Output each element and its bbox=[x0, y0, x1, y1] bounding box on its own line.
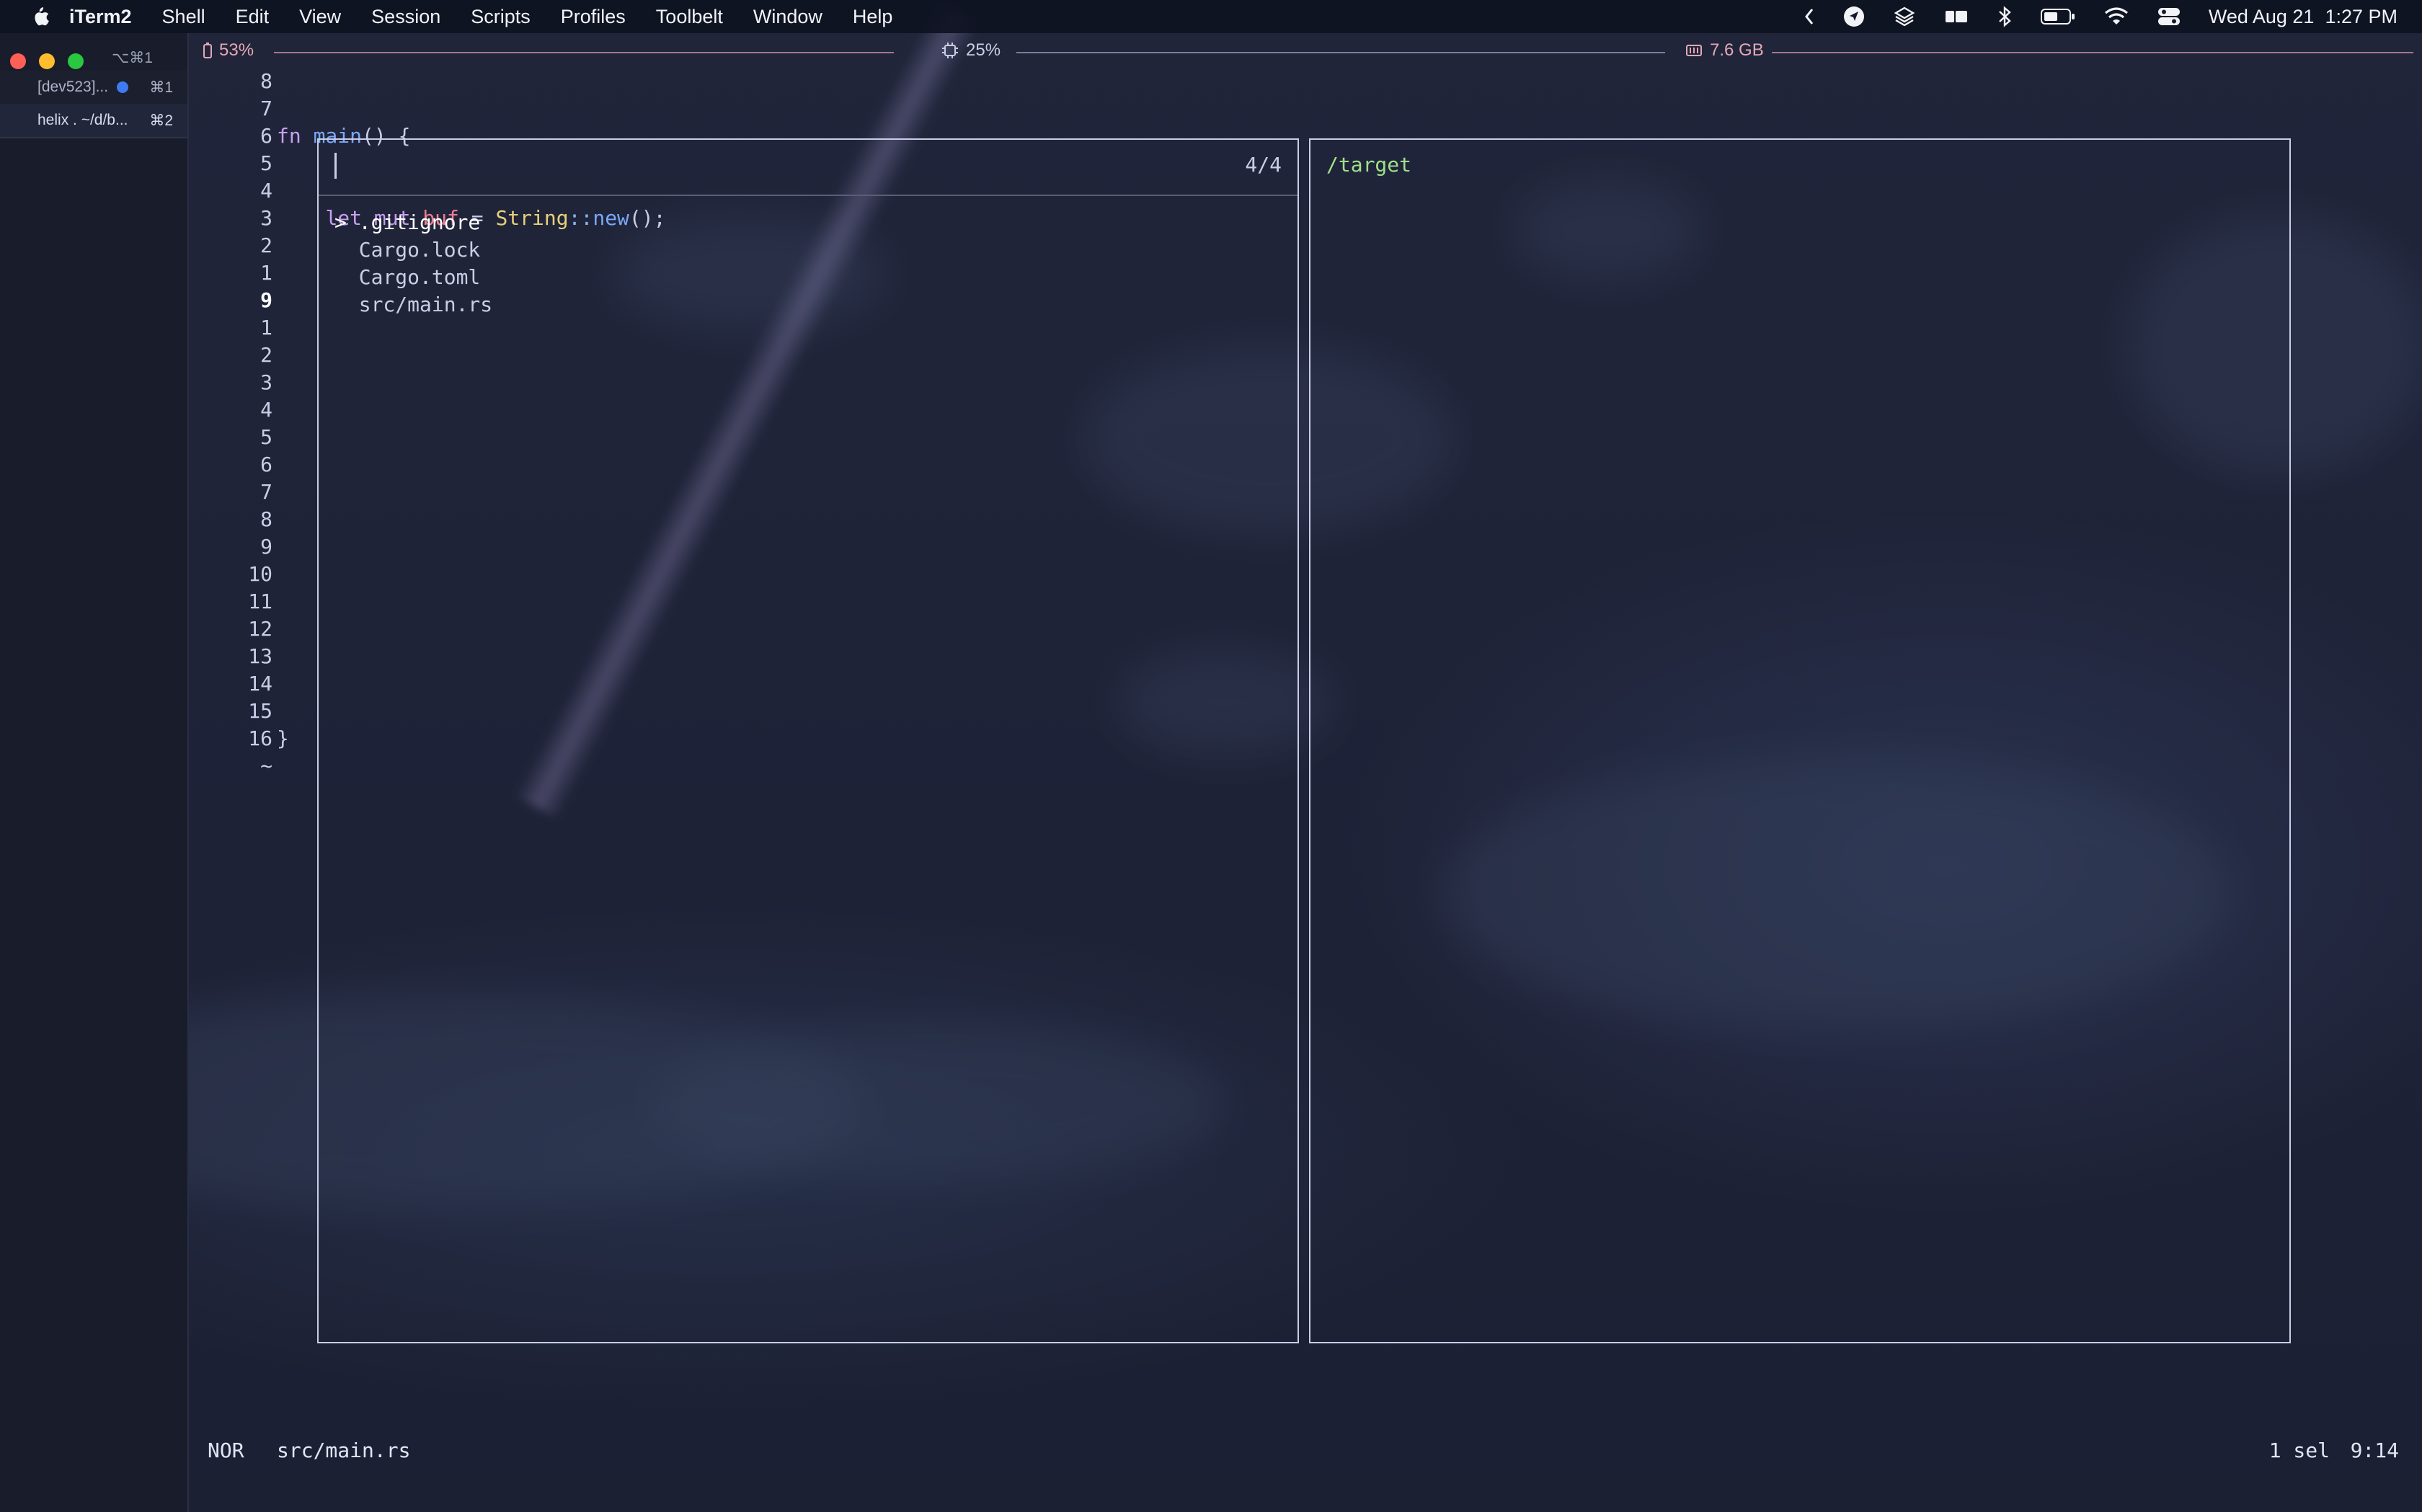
system-stats-bar: 53% 25% 7.6 GB bbox=[189, 35, 2422, 68]
menu-session[interactable]: Session bbox=[371, 6, 440, 28]
battery-icon[interactable] bbox=[2040, 7, 2076, 26]
line-number: 15 bbox=[248, 699, 272, 723]
picker-search-input[interactable]: 4/4 bbox=[319, 140, 1298, 196]
cpu-sparkline bbox=[1016, 52, 1665, 53]
picker-item-main-rs[interactable]: src/main.rs bbox=[334, 291, 492, 319]
tab-shortcut: ⌘1 bbox=[149, 79, 173, 96]
control-center-icon[interactable] bbox=[2157, 6, 2181, 27]
menu-profiles[interactable]: Profiles bbox=[561, 6, 626, 28]
close-window-button[interactable] bbox=[10, 53, 26, 69]
menu-shell[interactable]: Shell bbox=[162, 6, 205, 28]
line-number: 9 bbox=[260, 288, 272, 312]
text-cursor bbox=[334, 153, 337, 179]
menu-clock[interactable]: Wed Aug 21 1:27 PM bbox=[2209, 6, 2397, 28]
tab-shortcut: ⌘2 bbox=[149, 112, 173, 129]
cursor-position: 9:14 bbox=[2350, 1438, 2399, 1462]
navigation-icon[interactable] bbox=[1842, 5, 1866, 28]
line-number: 4 bbox=[260, 179, 272, 203]
battery-sparkline bbox=[274, 52, 894, 53]
picker-item-gitignore[interactable]: > .gitignore bbox=[334, 209, 492, 236]
menu-toolbelt[interactable]: Toolbelt bbox=[656, 6, 723, 28]
line-number: 8 bbox=[260, 507, 272, 531]
line-number: 12 bbox=[248, 617, 272, 641]
cpu-stat: 25% bbox=[941, 40, 1001, 61]
activity-dot-icon bbox=[117, 81, 129, 93]
zoom-window-button[interactable] bbox=[68, 53, 84, 69]
line-number: 8 bbox=[260, 69, 272, 93]
line-number: ~ bbox=[260, 754, 272, 778]
tab-dev523[interactable]: [dev523]... ⌘1 bbox=[0, 71, 187, 104]
editor-statusline: NOR src/main.rs 1 sel 9:14 bbox=[189, 1438, 2422, 1467]
picker-item-cargo-lock[interactable]: Cargo.lock bbox=[334, 236, 492, 264]
line-number: 1 bbox=[260, 261, 272, 285]
line-number: 3 bbox=[260, 206, 272, 230]
memory-icon bbox=[1686, 45, 1702, 56]
stage-manager-icon[interactable] bbox=[1943, 6, 1969, 27]
battery-small-icon bbox=[203, 43, 212, 58]
line-number: 2 bbox=[260, 343, 272, 367]
menu-extras: Wed Aug 21 1:27 PM bbox=[1804, 0, 2397, 33]
line-number-gutter: 8 7 6 5 4 3 2 1 9 1 2 3 4 5 6 7 8 9 10 11 12 13 14 15 16 ~ bbox=[210, 68, 272, 780]
line-number: 7 bbox=[260, 480, 272, 504]
line-number: 16 bbox=[248, 726, 272, 750]
line-number: 6 bbox=[260, 124, 272, 148]
selection-count: 1 sel bbox=[2268, 1438, 2330, 1462]
apple-icon[interactable] bbox=[29, 4, 50, 29]
menu-view[interactable]: View bbox=[299, 6, 341, 28]
memory-sparkline bbox=[1772, 52, 2413, 53]
picker-match-count: 4/4 bbox=[1245, 153, 1282, 177]
file-picker: 4/4 > .gitignore Cargo.lock Cargo.toml s… bbox=[317, 138, 1299, 1343]
battery-stat: 53% bbox=[203, 40, 254, 61]
chevron-left-icon[interactable] bbox=[1804, 7, 1815, 26]
menu-edit[interactable]: Edit bbox=[236, 6, 270, 28]
menu-app-name[interactable]: iTerm2 bbox=[69, 6, 132, 28]
picker-item-cargo-toml[interactable]: Cargo.toml bbox=[334, 264, 492, 291]
line-number: 13 bbox=[248, 644, 272, 668]
cpu-icon bbox=[942, 43, 958, 58]
line-number: 3 bbox=[260, 370, 272, 394]
memory-usage: 7.6 GB bbox=[1710, 40, 1764, 60]
line-number: 14 bbox=[248, 672, 272, 695]
line-number: 10 bbox=[248, 562, 272, 586]
layers-icon[interactable] bbox=[1893, 5, 1916, 28]
line-number: 4 bbox=[260, 398, 272, 422]
menu-bar: iTerm2 Shell Edit View Session Scripts P… bbox=[0, 0, 2422, 33]
tab-helix[interactable]: helix . ~/d/b... ⌘2 bbox=[0, 104, 187, 138]
tab-label: [dev523]... bbox=[37, 79, 109, 95]
memory-stat: 7.6 GB bbox=[1685, 40, 1764, 61]
line-number: 5 bbox=[260, 151, 272, 175]
line-number: 5 bbox=[260, 425, 272, 449]
menu-window[interactable]: Window bbox=[753, 6, 822, 28]
line-number: 7 bbox=[260, 97, 272, 120]
wifi-icon[interactable] bbox=[2103, 6, 2129, 27]
menu-scripts[interactable]: Scripts bbox=[471, 6, 531, 28]
line-number: 11 bbox=[248, 590, 272, 613]
mode-indicator: NOR bbox=[208, 1438, 244, 1462]
picker-results: > .gitignore Cargo.lock Cargo.toml src/m… bbox=[334, 209, 492, 319]
tab-label: helix . ~/d/b... bbox=[37, 112, 128, 128]
minimize-window-button[interactable] bbox=[39, 53, 55, 69]
cpu-percent: 25% bbox=[966, 40, 1001, 60]
line-number: 1 bbox=[260, 316, 272, 339]
line-number: 9 bbox=[260, 535, 272, 559]
bluetooth-icon[interactable] bbox=[1997, 5, 2013, 28]
current-file-name: src/main.rs bbox=[277, 1438, 411, 1462]
preview-path: /target bbox=[1326, 153, 1412, 177]
iterm-tab-sidebar: ⌥⌘1 [dev523]... ⌘1 helix . ~/d/b... ⌘2 bbox=[0, 33, 189, 1512]
picker-preview-pane: /target bbox=[1309, 138, 2291, 1343]
closing-brace: } bbox=[277, 726, 289, 750]
window-shortcut: ⌥⌘1 bbox=[112, 50, 153, 66]
menu-help[interactable]: Help bbox=[853, 6, 893, 28]
line-number: 6 bbox=[260, 453, 272, 476]
line-number: 2 bbox=[260, 234, 272, 257]
battery-percent: 53% bbox=[219, 40, 254, 60]
